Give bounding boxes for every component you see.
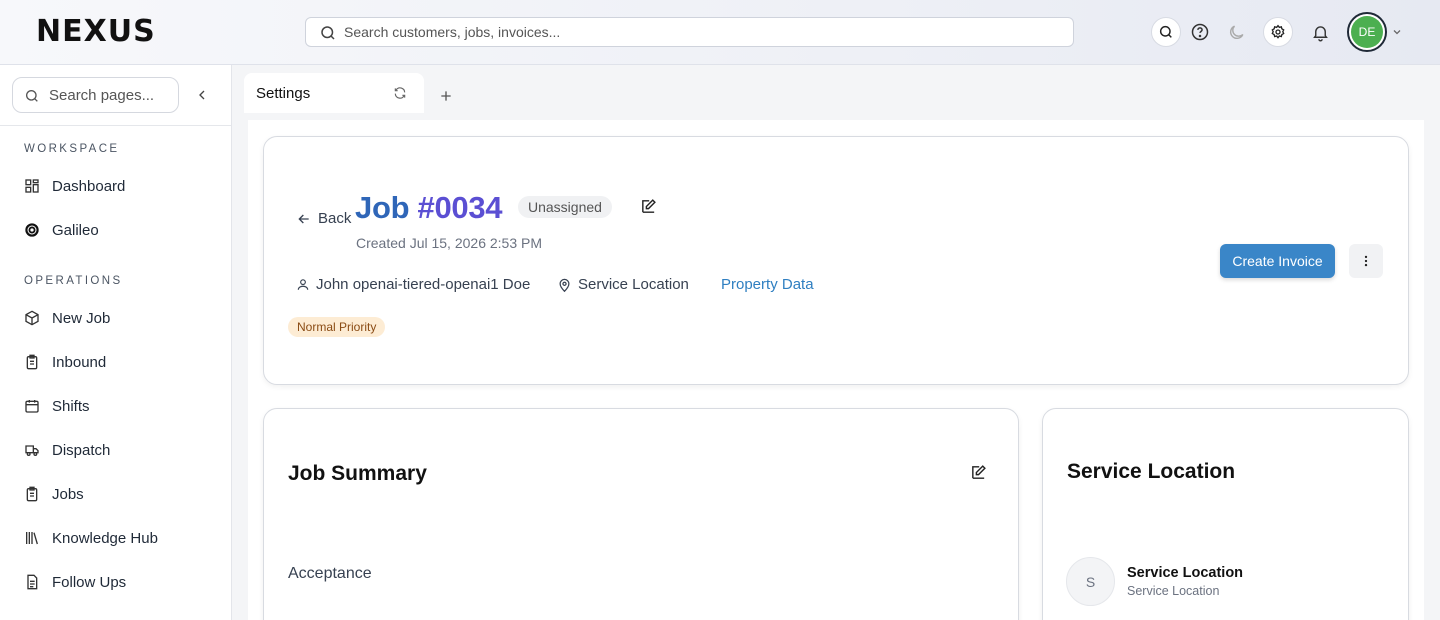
moon-icon xyxy=(1227,23,1246,42)
document-icon xyxy=(24,574,40,590)
edit-summary-button[interactable] xyxy=(970,464,987,481)
galileo-icon xyxy=(24,222,40,238)
gear-icon xyxy=(1270,24,1286,40)
sidebar-item-label: Galileo xyxy=(52,221,99,239)
location-avatar: S xyxy=(1066,557,1115,606)
more-actions-button[interactable] xyxy=(1349,244,1383,278)
created-timestamp: Created Jul 15, 2026 2:53 PM xyxy=(356,235,543,251)
sidebar-item-knowledge-hub[interactable]: Knowledge Hub xyxy=(12,521,220,555)
job-summary-title: Job Summary xyxy=(288,462,427,485)
sidebar-item-inbound[interactable]: Inbound xyxy=(12,345,220,379)
edit-icon xyxy=(970,464,987,481)
section-workspace: WORKSPACE xyxy=(24,143,120,155)
nexus-logo[interactable]: NEXUS xyxy=(36,17,156,47)
sidebar-item-label: Dispatch xyxy=(52,441,111,459)
help-button[interactable] xyxy=(1188,20,1212,44)
create-invoice-button[interactable]: Create Invoice xyxy=(1220,244,1335,278)
map-pin-icon xyxy=(557,277,578,293)
job-summary-card xyxy=(263,408,1019,620)
sidebar-item-dispatch[interactable]: Dispatch xyxy=(12,433,220,467)
chevron-left-icon xyxy=(194,85,212,105)
service-location-meta[interactable]: Service Location xyxy=(557,276,689,293)
sidebar-item-galileo[interactable]: Galileo xyxy=(12,213,220,247)
section-operations: OPERATIONS xyxy=(24,275,123,287)
search-icon xyxy=(24,88,40,104)
bell-icon xyxy=(1311,23,1330,42)
truck-icon xyxy=(24,442,40,458)
job-title: Job #0034 xyxy=(355,190,503,226)
inbound-icon xyxy=(24,354,40,370)
dashboard-icon xyxy=(24,178,40,194)
user-avatar[interactable]: DE xyxy=(1347,12,1387,52)
sidebar-item-new-job[interactable]: New Job xyxy=(12,301,220,335)
search-icon xyxy=(1158,24,1174,40)
user-initials: DE xyxy=(1351,16,1383,48)
add-tab-button[interactable] xyxy=(438,88,454,104)
assignment-badge[interactable]: Unassigned xyxy=(518,196,612,218)
top-bar: NEXUS DE xyxy=(0,0,1440,65)
service-location-title: Service Location xyxy=(1067,460,1236,483)
job-number: #0034 xyxy=(417,190,503,225)
sidebar-item-shifts[interactable]: Shifts xyxy=(12,389,220,423)
location-name[interactable]: Service Location xyxy=(1127,565,1243,581)
sidebar-item-label: Jobs xyxy=(52,485,84,503)
customer-name-text: John openai-tiered-openai1 Doe xyxy=(316,276,531,293)
plus-icon xyxy=(438,88,454,104)
person-icon xyxy=(296,277,316,292)
customer-name[interactable]: John openai-tiered-openai1 Doe xyxy=(296,276,530,293)
sidebar-search[interactable] xyxy=(12,77,179,113)
refresh-icon[interactable] xyxy=(393,86,407,100)
priority-badge: Normal Priority xyxy=(288,317,386,337)
tab-settings[interactable]: Settings xyxy=(244,73,424,113)
sidebar-item-dashboard[interactable]: Dashboard xyxy=(12,169,220,203)
property-data-link[interactable]: Property Data xyxy=(721,276,814,293)
calendar-icon xyxy=(24,398,40,414)
tab-label: Settings xyxy=(256,85,311,102)
sidebar: WORKSPACE Dashboard Galileo OPERATIONS N… xyxy=(0,65,232,620)
service-location-text: Service Location xyxy=(578,276,689,293)
sidebar-item-label: Dashboard xyxy=(52,177,126,195)
back-label: Back xyxy=(318,210,352,227)
global-search[interactable] xyxy=(305,17,1074,47)
job-title-prefix: Job xyxy=(355,190,418,225)
settings-button[interactable] xyxy=(1263,17,1293,47)
arrow-left-icon xyxy=(296,211,312,227)
clipboard-icon xyxy=(24,486,40,502)
location-subtitle: Service Location xyxy=(1127,584,1220,598)
library-icon xyxy=(24,530,40,546)
collapse-sidebar-button[interactable] xyxy=(194,85,212,105)
more-vertical-icon xyxy=(1359,254,1373,268)
acceptance-label: Acceptance xyxy=(288,565,372,582)
search-icon xyxy=(319,24,337,42)
sidebar-item-label: Knowledge Hub xyxy=(52,529,158,547)
new-job-icon xyxy=(24,310,40,326)
sidebar-item-label: Inbound xyxy=(52,353,107,371)
edit-icon xyxy=(640,198,657,215)
theme-toggle[interactable] xyxy=(1224,20,1248,44)
sidebar-search-input[interactable] xyxy=(49,78,174,112)
sidebar-item-jobs[interactable]: Jobs xyxy=(12,477,220,511)
sidebar-item-label: Follow Ups xyxy=(52,573,127,591)
back-button[interactable]: Back xyxy=(290,210,351,227)
notifications-button[interactable] xyxy=(1308,20,1332,44)
sidebar-item-follow-ups[interactable]: Follow Ups xyxy=(12,565,220,599)
search-button[interactable] xyxy=(1151,17,1181,47)
sidebar-item-label: New Job xyxy=(52,309,111,327)
global-search-input[interactable] xyxy=(344,18,1044,46)
edit-job-button[interactable] xyxy=(640,198,657,215)
sidebar-item-label: Shifts xyxy=(52,397,90,415)
help-icon xyxy=(1190,22,1210,42)
chevron-down-icon[interactable] xyxy=(1391,26,1403,38)
sidebar-divider xyxy=(0,125,231,126)
